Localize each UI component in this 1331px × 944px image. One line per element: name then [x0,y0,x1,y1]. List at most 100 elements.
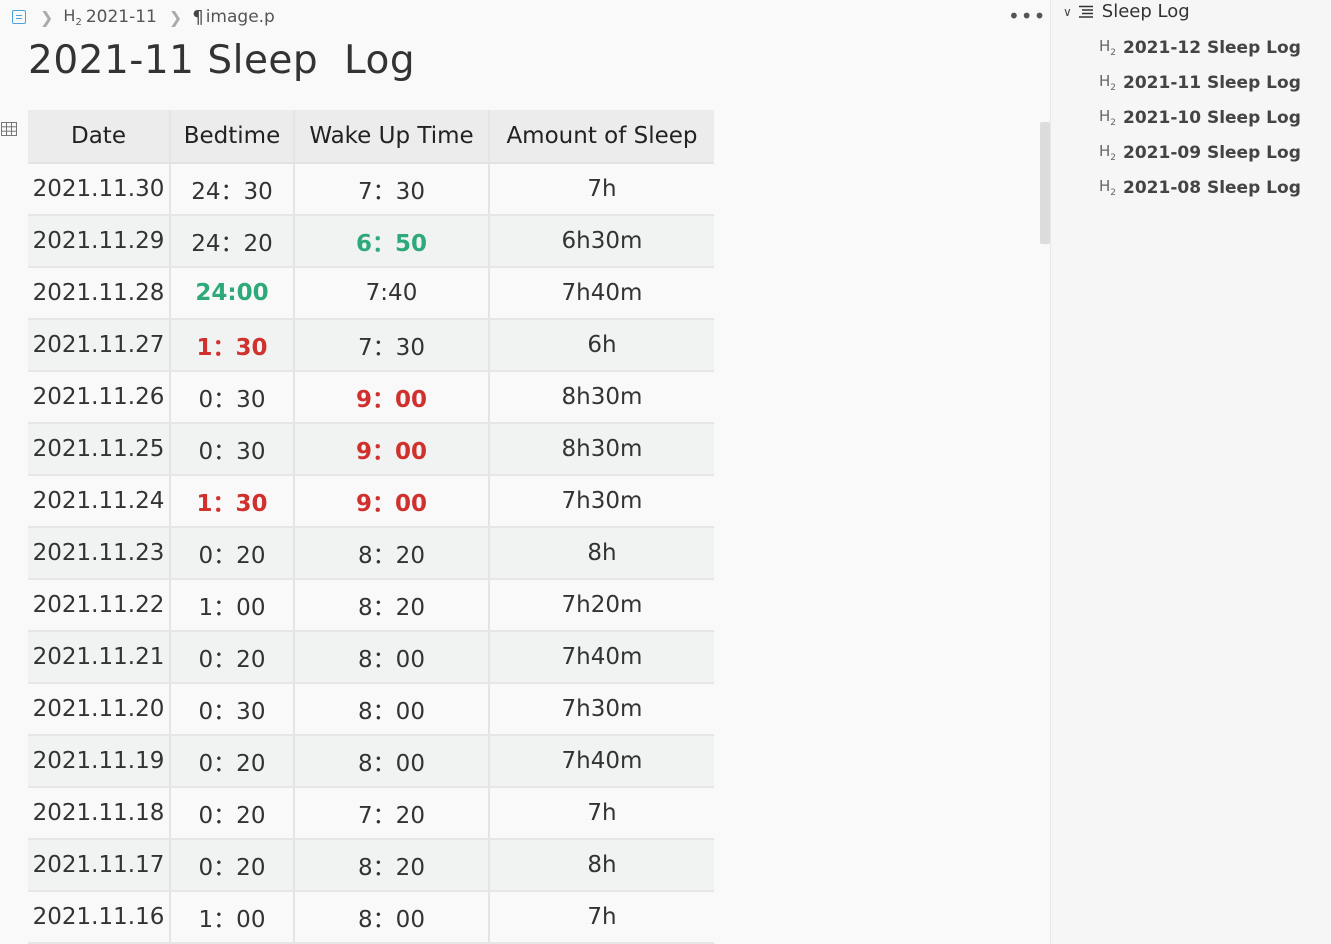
page-title: 2021-11 Sleep Log [28,38,416,83]
table-row: 2021.11.16 1：00 8：00 7h [28,891,714,944]
editor-scrollbar[interactable] [1040,122,1050,244]
cell-wake-up-time[interactable]: 8：00 [294,683,490,736]
cell-bedtime[interactable]: 1：30 [170,475,295,528]
cell-date[interactable]: 2021.11.30 [28,163,171,216]
cell-wake-up-time[interactable]: 7：30 [294,163,490,216]
header-wake-up-time[interactable]: Wake Up Time [294,110,490,164]
outline-item[interactable]: H2 2021-09 Sleep Log [1099,142,1301,163]
cell-wake-up-time[interactable]: 8：00 [294,631,490,684]
table-row: 2021.11.18 0：20 7：20 7h [28,787,714,840]
cell-amount-of-sleep[interactable]: 8h [489,839,714,892]
heading-tag: H2 [1099,177,1117,198]
cell-bedtime[interactable]: 0：30 [170,423,295,476]
outline-item[interactable]: H2 2021-12 Sleep Log [1099,37,1301,58]
cell-wake-up-time[interactable]: 6：50 [294,215,490,268]
cell-amount-of-sleep[interactable]: 7h [489,163,714,216]
cell-bedtime[interactable]: 1：30 [170,319,295,372]
table-row: 2021.11.23 0：20 8：20 8h [28,527,714,580]
table-icon[interactable] [1,122,17,136]
cell-date[interactable]: 2021.11.26 [28,371,171,424]
cell-amount-of-sleep[interactable]: 7h30m [489,475,714,528]
cell-date[interactable]: 2021.11.18 [28,787,171,840]
cell-date[interactable]: 2021.11.28 [28,267,171,320]
outline-item[interactable]: H2 2021-08 Sleep Log [1099,177,1301,198]
cell-date[interactable]: 2021.11.27 [28,319,171,372]
cell-wake-up-time[interactable]: 9：00 [294,371,490,424]
table-row: 2021.11.19 0：20 8：00 7h40m [28,735,714,788]
header-date[interactable]: Date [28,110,171,164]
cell-wake-up-time[interactable]: 8：00 [294,735,490,788]
cell-amount-of-sleep[interactable]: 7h [489,787,714,840]
cell-date[interactable]: 2021.11.23 [28,527,171,580]
outline-item[interactable]: H2 2021-10 Sleep Log [1099,107,1301,128]
table-row: 2021.11.27 1：30 7：30 6h [28,319,714,372]
cell-date[interactable]: 2021.11.17 [28,839,171,892]
table-row: 2021.11.26 0：30 9：00 8h30m [28,371,714,424]
outline-item-label: 2021-12 Sleep Log [1123,37,1301,58]
cell-bedtime[interactable]: 0：20 [170,631,295,684]
more-icon[interactable]: ••• [1008,6,1046,26]
cell-amount-of-sleep[interactable]: 6h [489,319,714,372]
outline-root[interactable]: ∨ Sleep Log [1063,1,1190,22]
outline-item[interactable]: H2 2021-11 Sleep Log [1099,72,1301,93]
cell-wake-up-time[interactable]: 9：00 [294,423,490,476]
table-header-row: Date Bedtime Wake Up Time Amount of Slee… [28,110,714,164]
cell-bedtime[interactable]: 0：30 [170,371,295,424]
cell-amount-of-sleep[interactable]: 7h20m [489,579,714,632]
cell-amount-of-sleep[interactable]: 7h30m [489,683,714,736]
outline-item-label: 2021-09 Sleep Log [1123,142,1301,163]
cell-date[interactable]: 2021.11.19 [28,735,171,788]
cell-bedtime[interactable]: 1：00 [170,891,295,944]
table-row: 2021.11.24 1：30 9：00 7h30m [28,475,714,528]
table-row: 2021.11.30 24：30 7：30 7h [28,163,714,216]
cell-bedtime[interactable]: 1：00 [170,579,295,632]
table-row: 2021.11.29 24：20 6：50 6h30m [28,215,714,268]
breadcrumb-node[interactable]: image.p [206,7,275,27]
table-row: 2021.11.22 1：00 8：20 7h20m [28,579,714,632]
heading-tag-level: 2 [75,17,82,29]
outline-item-label: 2021-11 Sleep Log [1123,72,1301,93]
header-amount-of-sleep[interactable]: Amount of Sleep [489,110,714,164]
chevron-down-icon[interactable]: ∨ [1063,5,1072,19]
header-bedtime[interactable]: Bedtime [170,110,295,164]
heading-tag: H2 [63,6,81,28]
editor-pane: ❯ H2 2021-11 ❯ ¶ image.p ••• 2021-11 Sle… [0,0,1050,944]
breadcrumb-heading[interactable]: 2021-11 [86,7,157,27]
outline-item-label: 2021-08 Sleep Log [1123,177,1301,198]
cell-amount-of-sleep[interactable]: 7h40m [489,735,714,788]
cell-amount-of-sleep[interactable]: 7h40m [489,267,714,320]
heading-tag-letter: H [63,5,76,25]
cell-amount-of-sleep[interactable]: 7h [489,891,714,944]
cell-bedtime[interactable]: 0：20 [170,839,295,892]
cell-amount-of-sleep[interactable]: 8h30m [489,371,714,424]
cell-amount-of-sleep[interactable]: 8h30m [489,423,714,476]
breadcrumb: ❯ H2 2021-11 ❯ ¶ image.p [12,4,287,30]
cell-bedtime[interactable]: 24：20 [170,215,295,268]
cell-wake-up-time[interactable]: 8：00 [294,891,490,944]
cell-wake-up-time[interactable]: 7:40 [294,267,490,320]
cell-wake-up-time[interactable]: 7：20 [294,787,490,840]
cell-amount-of-sleep[interactable]: 8h [489,527,714,580]
cell-date[interactable]: 2021.11.21 [28,631,171,684]
cell-bedtime[interactable]: 24:00 [170,267,295,320]
cell-wake-up-time[interactable]: 7：30 [294,319,490,372]
cell-wake-up-time[interactable]: 8：20 [294,839,490,892]
doc-icon[interactable] [12,10,26,24]
cell-wake-up-time[interactable]: 8：20 [294,579,490,632]
heading-tag: H2 [1099,142,1117,163]
cell-wake-up-time[interactable]: 9：00 [294,475,490,528]
cell-bedtime[interactable]: 0：20 [170,735,295,788]
cell-date[interactable]: 2021.11.24 [28,475,171,528]
cell-bedtime[interactable]: 0：30 [170,683,295,736]
cell-bedtime[interactable]: 0：20 [170,787,295,840]
cell-bedtime[interactable]: 24：30 [170,163,295,216]
cell-amount-of-sleep[interactable]: 7h40m [489,631,714,684]
cell-wake-up-time[interactable]: 8：20 [294,527,490,580]
cell-amount-of-sleep[interactable]: 6h30m [489,215,714,268]
cell-date[interactable]: 2021.11.22 [28,579,171,632]
cell-bedtime[interactable]: 0：20 [170,527,295,580]
cell-date[interactable]: 2021.11.16 [28,891,171,944]
cell-date[interactable]: 2021.11.20 [28,683,171,736]
cell-date[interactable]: 2021.11.25 [28,423,171,476]
cell-date[interactable]: 2021.11.29 [28,215,171,268]
